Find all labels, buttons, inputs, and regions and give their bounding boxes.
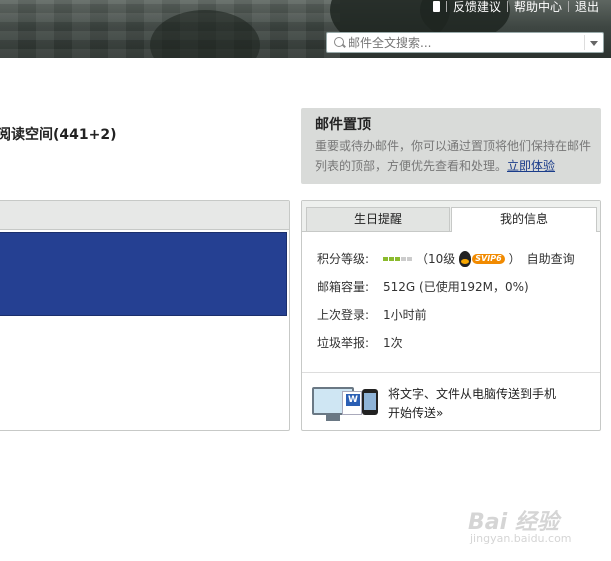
reading-space-title[interactable]: 阅读空间(441+2) [0, 124, 117, 144]
start-transfer-link[interactable]: 开始传送» [388, 404, 443, 421]
self-query-link[interactable]: 自助查询 [527, 249, 575, 269]
vip-badge: SVIP6 [472, 254, 505, 264]
info-tabs: 生日提醒 我的信息 [302, 201, 600, 232]
pin-panel-title: 邮件置顶 [315, 117, 371, 133]
level-progress-icon [383, 257, 412, 261]
help-center-link[interactable]: 帮助中心 [508, 0, 568, 15]
watermark-url: jingyan.baidu.com [470, 532, 572, 545]
last-login-row: 上次登录: 1小时前 [317, 301, 575, 329]
reading-panel [0, 200, 290, 431]
reading-panel-header [0, 201, 289, 230]
pin-panel-desc: 重要或待办邮件，你可以通过置顶将他们保持在邮件列表的顶部，方便优先查看和处理。立… [315, 136, 595, 176]
search-box[interactable] [326, 32, 604, 53]
level-close: ） [508, 252, 521, 266]
logout-link[interactable]: 退出 [569, 0, 605, 15]
my-info-panel: 生日提醒 我的信息 积分等级: （10级 SVIP6 ） 自助查询 邮箱容量: … [301, 200, 601, 431]
search-icon [334, 37, 344, 47]
promo-text: 将文字、文件从电脑传送到手机 [388, 387, 557, 401]
header-banner: 反馈建议 帮助中心 退出 [0, 0, 611, 58]
level-value: （10级 [416, 252, 456, 266]
last-login-label: 上次登录: [317, 308, 370, 322]
vip-icon[interactable]: SVIP6 [459, 251, 505, 267]
reading-panel-banner[interactable] [0, 232, 287, 316]
tab-birthday-reminder[interactable]: 生日提醒 [306, 207, 450, 231]
pin-mail-panel: 邮件置顶 重要或待办邮件，你可以通过置顶将他们保持在邮件列表的顶部，方便优先查看… [301, 108, 601, 184]
phone-icon [362, 389, 378, 415]
spam-value: 1次 [383, 336, 403, 350]
qq-penguin-icon [459, 251, 472, 267]
feedback-link[interactable]: 反馈建议 [447, 0, 507, 15]
mobile-icon[interactable] [432, 1, 440, 12]
tab-my-info[interactable]: 我的信息 [451, 207, 597, 232]
level-row: 积分等级: （10级 SVIP6 ） 自助查询 [317, 245, 575, 273]
last-login-value: 1小时前 [383, 308, 427, 322]
word-icon: W [346, 394, 360, 406]
capacity-value: 512G (已使用192M，0%) [383, 280, 529, 294]
capacity-row: 邮箱容量: 512G (已使用192M，0%) [317, 273, 575, 301]
level-label: 积分等级: [317, 252, 370, 266]
chevron-down-icon[interactable] [584, 35, 601, 50]
search-input[interactable] [348, 35, 578, 50]
info-rows: 积分等级: （10级 SVIP6 ） 自助查询 邮箱容量: 512G (已使用1… [317, 245, 575, 357]
spam-label: 垃圾举报: [317, 336, 370, 350]
spam-row: 垃圾举报: 1次 [317, 329, 575, 357]
try-now-link[interactable]: 立即体验 [507, 159, 555, 173]
top-links: 反馈建议 帮助中心 退出 [432, 0, 605, 15]
file-transfer-promo[interactable]: W 将文字、文件从电脑传送到手机 开始传送» [302, 372, 600, 431]
capacity-label: 邮箱容量: [317, 280, 370, 294]
